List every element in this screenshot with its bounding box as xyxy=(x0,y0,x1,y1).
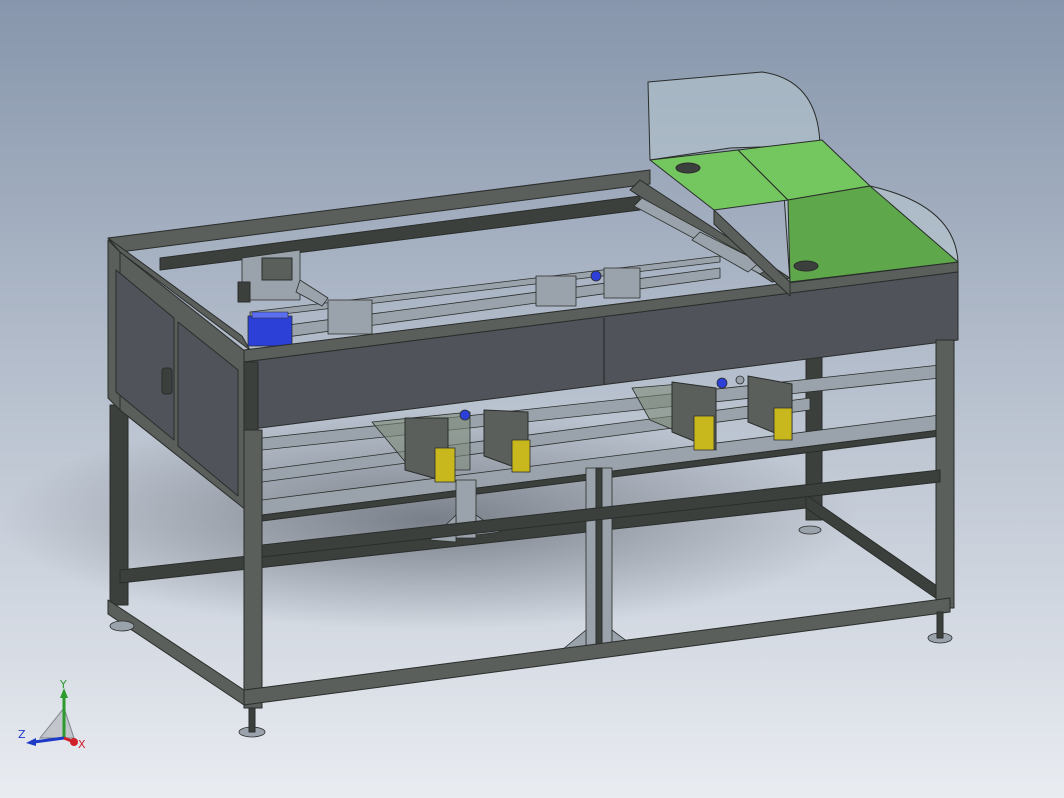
right-drag-chain-cover xyxy=(511,439,531,473)
machine-model-view[interactable]: Y Z X xyxy=(0,0,1064,798)
left-drag-chain-cover xyxy=(434,447,456,483)
pass-through-hole-front[interactable] xyxy=(793,260,819,272)
y-axis-label: Y xyxy=(59,678,67,691)
left-drag-chain-cover xyxy=(693,415,715,451)
right-drag-chain-cover xyxy=(773,407,793,441)
cad-graphics-viewport[interactable]: Y Z X xyxy=(0,0,1064,798)
x-axis-arrowhead xyxy=(70,738,78,746)
x-axis-label: X xyxy=(78,738,86,751)
z-axis-label: Z xyxy=(18,728,26,741)
door-handle[interactable] xyxy=(161,367,173,395)
pass-through-hole-rear[interactable] xyxy=(675,162,701,174)
drive-motor xyxy=(247,311,293,347)
